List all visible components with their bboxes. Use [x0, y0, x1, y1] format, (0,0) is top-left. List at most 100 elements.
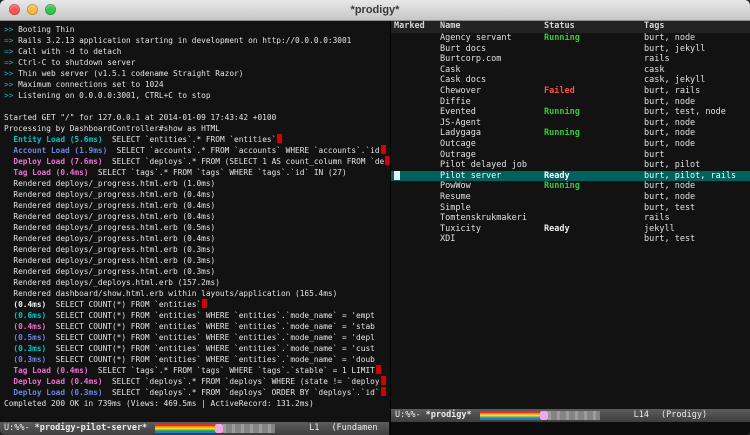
service-row[interactable]: Tomtenskrukmakerirails [391, 213, 750, 224]
service-row[interactable]: Cask cask [391, 65, 750, 76]
service-row[interactable]: LadygagaRunningburt, node [391, 128, 750, 139]
titlebar[interactable]: *prodigy* [0, 0, 750, 21]
service-name: Outcage [440, 139, 544, 150]
header-marked: Marked [394, 21, 440, 33]
close-button[interactable] [9, 4, 20, 15]
service-tags: cask, jekyll [644, 75, 750, 86]
terminal-line: Rendered deploys/_progress.html.erb (0.3… [4, 244, 389, 255]
modeline-flags: U:%%- [395, 409, 421, 422]
truncation-marker-icon [381, 145, 386, 154]
service-row[interactable]: EventedRunningburt, test, node [391, 107, 750, 118]
service-name: Outrage [440, 150, 544, 161]
terminal-line: Rendered deploys/_progress.html.erb (0.3… [4, 266, 389, 277]
marked-cell [394, 118, 440, 129]
terminal-line: Rendered deploys/_progress.html.erb (0.4… [4, 211, 389, 222]
service-name: Burtcorp.com [440, 54, 544, 65]
header-name: Name [440, 21, 544, 33]
service-table-header: Marked Name Status Tags [391, 21, 750, 33]
service-row[interactable]: Pilot serverReadyburt, pilot, rails [391, 171, 750, 182]
header-tags: Tags [644, 21, 750, 33]
header-status: Status [544, 21, 644, 33]
marked-cell [394, 75, 440, 86]
service-row[interactable]: XDI burt, test [391, 234, 750, 245]
terminal-line: (0.4ms) SELECT COUNT(*) FROM `entities` … [4, 321, 389, 332]
service-name: Resume [440, 192, 544, 203]
service-name: Evented [440, 107, 544, 118]
service-status: Failed [544, 86, 644, 97]
terminal-line: Rendered deploys/_progress.html.erb (0.4… [4, 233, 389, 244]
service-row[interactable]: Simpleburt, test [391, 203, 750, 214]
terminal-line: Completed 200 OK in 739ms (Views: 469.5m… [4, 398, 389, 409]
service-status [544, 65, 644, 76]
truncation-marker-icon [385, 156, 389, 165]
service-status [544, 192, 644, 203]
service-tags: burt, test, node [644, 107, 750, 118]
terminal-line: Tag Load (0.4ms) SELECT `tags`.* FROM `t… [4, 167, 389, 178]
terminal-line: (0.3ms) SELECT COUNT(*) FROM `entities` … [4, 343, 389, 354]
service-row[interactable]: Outrageburt [391, 150, 750, 161]
nyan-rainbow-icon [480, 411, 540, 420]
terminal-line: (0.4ms) SELECT COUNT(*) FROM `entities` [4, 299, 389, 310]
minimize-button[interactable] [27, 4, 38, 15]
service-list[interactable]: Agency servantRunningburt, nodeBurt docs… [391, 33, 750, 245]
marked-cell [394, 107, 440, 118]
terminal-line: >> Maximum connections set to 1024 [4, 79, 389, 90]
server-log-pane[interactable]: >> Booting Thin=> Rails 3.2.13 applicati… [0, 21, 389, 435]
service-row[interactable]: Outcage burt, node [391, 139, 750, 150]
service-status [544, 44, 644, 55]
truncation-marker-icon [277, 134, 282, 143]
service-row[interactable]: TuxicityReadyjekyll [391, 224, 750, 235]
service-tags: cask [644, 65, 750, 76]
service-tags: burt, test [644, 234, 750, 245]
marked-cell [394, 97, 440, 108]
marked-cell [394, 128, 440, 139]
marked-cell [394, 192, 440, 203]
terminal-line: (0.5ms) SELECT COUNT(*) FROM `entities` … [4, 332, 389, 343]
service-tags: burt, pilot [644, 160, 750, 171]
terminal-line: Rendered deploys/_progress.html.erb (0.3… [4, 255, 389, 266]
terminal-line: Rendered dashboard/show.html.erb within … [4, 288, 389, 299]
service-row[interactable]: JS-Agentburt, node [391, 118, 750, 129]
service-tags: burt, node [644, 139, 750, 150]
marked-cell [394, 139, 440, 150]
nyan-rainbow-icon [155, 424, 215, 433]
frame-body: >> Booting Thin=> Rails 3.2.13 applicati… [0, 21, 750, 435]
service-status [544, 97, 644, 108]
service-status [544, 213, 644, 224]
service-tags: jekyll [644, 224, 750, 235]
service-status: Ready [544, 224, 644, 235]
terminal-line: (0.6ms) SELECT COUNT(*) FROM `entities` … [4, 310, 389, 321]
service-status: Ready [544, 171, 644, 182]
service-name: Cask [440, 65, 544, 76]
service-row[interactable]: Resumeburt, node [391, 192, 750, 203]
service-row[interactable]: ChewoverFailedburt, rails [391, 86, 750, 97]
service-row[interactable]: Cask docscask, jekyll [391, 75, 750, 86]
terminal-line: (0.3ms) SELECT COUNT(*) FROM `entities` … [4, 354, 389, 365]
terminal-line: Account Load (1.9ms) SELECT `accounts`.*… [4, 145, 389, 156]
service-name: Ladygaga [440, 128, 544, 139]
modeline-flags: U:%%- [4, 422, 30, 435]
terminal-line: >> Listening on 0.0.0.0:3001, CTRL+C to … [4, 90, 389, 101]
service-status [544, 150, 644, 161]
service-row[interactable]: PowWowRunningburt, node [391, 181, 750, 192]
service-tags: burt, node [644, 181, 750, 192]
service-name: XDI [440, 234, 544, 245]
service-status [544, 54, 644, 65]
service-row[interactable]: Burt docsburt, jekyll [391, 44, 750, 55]
service-tags: rails [644, 213, 750, 224]
service-row[interactable]: Diffieburt, node [391, 97, 750, 108]
marked-cell [394, 171, 440, 182]
service-row[interactable]: Agency servantRunningburt, node [391, 33, 750, 44]
service-name: Tuxicity [440, 224, 544, 235]
terminal-line: Rendered deploys/_progress.html.erb (1.0… [4, 178, 389, 189]
zoom-button[interactable] [45, 4, 56, 15]
terminal-output[interactable]: >> Booting Thin=> Rails 3.2.13 applicati… [4, 24, 389, 409]
service-row[interactable]: Burtcorp.comrails [391, 54, 750, 65]
service-name: PowWow [440, 181, 544, 192]
nyan-cat-icon [540, 411, 548, 420]
service-tags: burt, node [644, 97, 750, 108]
terminal-line: Deploy Load (0.3ms) SELECT `deploys`.* F… [4, 387, 389, 398]
service-tags: burt, node [644, 33, 750, 44]
service-row[interactable]: Pilot delayed jobburt, pilot [391, 160, 750, 171]
prodigy-pane[interactable]: Marked Name Status Tags Agency servantRu… [390, 21, 750, 435]
